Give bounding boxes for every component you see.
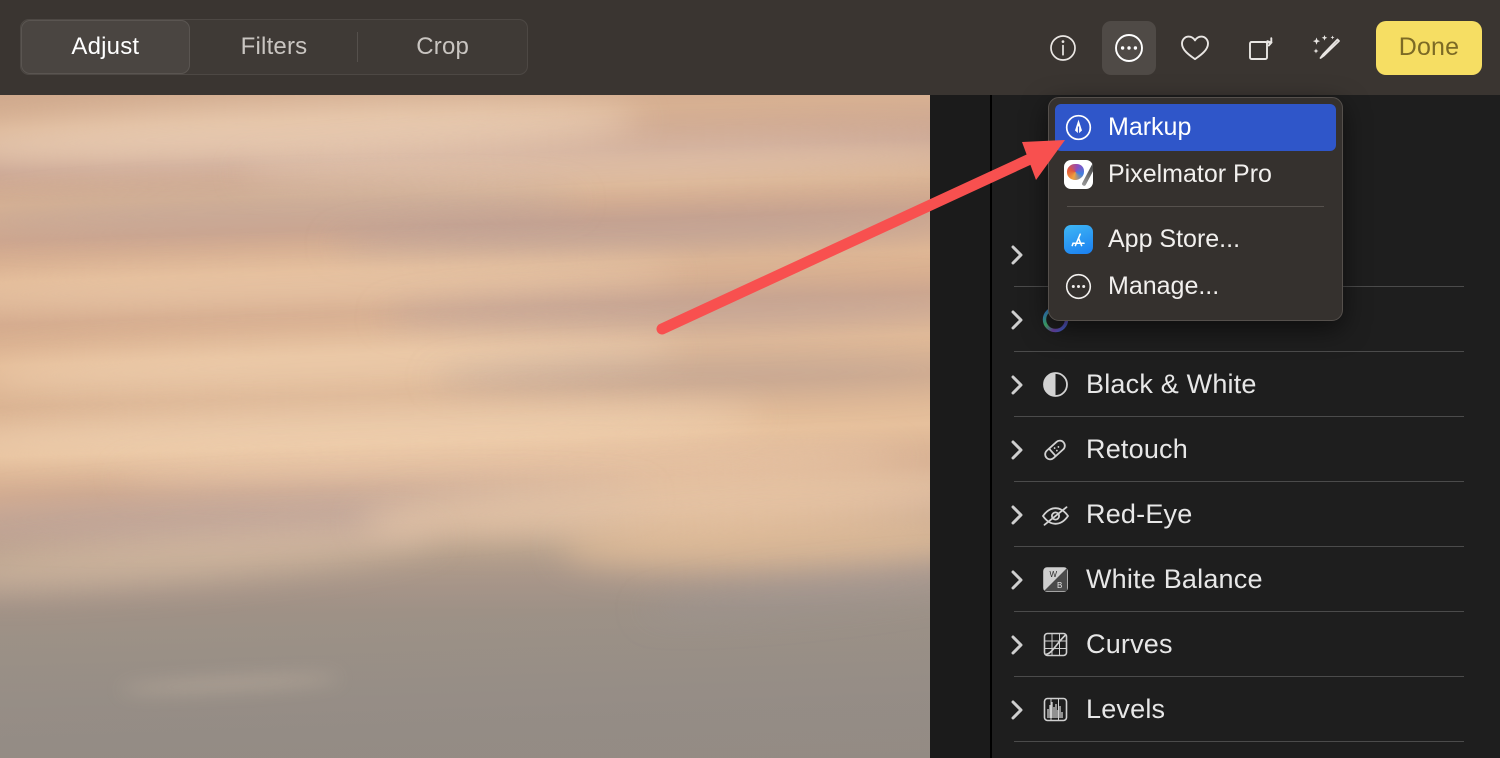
markup-pen-icon bbox=[1063, 113, 1093, 143]
menu-item-pixelmator-pro[interactable]: Pixelmator Pro bbox=[1055, 151, 1336, 198]
info-icon bbox=[1048, 33, 1078, 63]
tab-crop-label: Crop bbox=[416, 33, 470, 60]
menu-item-markup-label: Markup bbox=[1108, 113, 1192, 141]
svg-text:B: B bbox=[1057, 581, 1062, 590]
panel-gutter bbox=[930, 95, 990, 758]
adjust-item-black-and-white-label: Black & White bbox=[1086, 369, 1257, 399]
extensions-dropdown-menu[interactable]: Markup Pixelmator Pro App Store... Manag… bbox=[1048, 97, 1343, 321]
more-options-button[interactable] bbox=[1102, 20, 1156, 75]
info-button[interactable] bbox=[1036, 21, 1090, 75]
chevron-right-icon bbox=[1006, 439, 1028, 461]
editor-toolbar: Adjust Filters Crop Done bbox=[0, 0, 1500, 95]
menu-item-manage[interactable]: Manage... bbox=[1055, 263, 1336, 310]
tab-crop[interactable]: Crop bbox=[358, 20, 527, 74]
chevron-right-icon bbox=[1006, 569, 1028, 591]
chevron-right-icon bbox=[1006, 504, 1028, 526]
svg-text:W: W bbox=[1049, 570, 1057, 579]
edit-mode-segmented-control[interactable]: Adjust Filters Crop bbox=[20, 19, 528, 75]
adjust-item-definition[interactable]: Definition bbox=[992, 742, 1500, 758]
adjust-item-retouch[interactable]: Retouch bbox=[992, 417, 1500, 482]
photos-editor-window: Adjust Filters Crop Done Black & White R… bbox=[0, 0, 1500, 758]
white-balance-icon: W B bbox=[1040, 565, 1070, 595]
adjust-item-levels[interactable]: Levels bbox=[992, 677, 1500, 742]
menu-divider bbox=[1067, 206, 1324, 207]
menu-item-pixelmator-pro-label: Pixelmator Pro bbox=[1108, 160, 1272, 188]
menu-item-app-store-label: App Store... bbox=[1108, 225, 1241, 253]
chevron-right-icon bbox=[1006, 634, 1028, 656]
pixelmator-pro-icon bbox=[1063, 160, 1093, 190]
menu-item-markup[interactable]: Markup bbox=[1055, 104, 1336, 151]
adjust-item-white-balance-label: White Balance bbox=[1086, 564, 1263, 594]
adjust-item-retouch-label: Retouch bbox=[1086, 434, 1188, 464]
black-white-icon bbox=[1040, 370, 1070, 400]
red-eye-icon bbox=[1040, 500, 1070, 530]
adjust-item-red-eye-label: Red-Eye bbox=[1086, 499, 1193, 529]
tab-adjust-label: Adjust bbox=[71, 33, 140, 60]
toolbar-actions: Done bbox=[1036, 0, 1482, 95]
chevron-right-icon bbox=[1006, 699, 1028, 721]
chevron-right-icon bbox=[1006, 309, 1028, 331]
photo-canvas[interactable] bbox=[0, 95, 930, 758]
adjust-item-white-balance[interactable]: W B White Balance bbox=[992, 547, 1500, 612]
rotate-button[interactable] bbox=[1234, 21, 1288, 75]
rotate-icon bbox=[1245, 32, 1277, 64]
chevron-right-icon bbox=[1006, 244, 1028, 266]
tab-adjust[interactable]: Adjust bbox=[21, 20, 190, 74]
adjust-item-black-and-white[interactable]: Black & White bbox=[992, 352, 1500, 417]
tab-filters-label: Filters bbox=[240, 33, 308, 60]
retouch-bandage-icon bbox=[1040, 435, 1070, 465]
heart-icon bbox=[1179, 33, 1211, 63]
curves-icon bbox=[1040, 630, 1070, 660]
levels-icon bbox=[1040, 695, 1070, 725]
adjust-item-curves-label: Curves bbox=[1086, 629, 1173, 659]
tab-filters[interactable]: Filters bbox=[190, 20, 359, 74]
menu-item-app-store[interactable]: App Store... bbox=[1055, 216, 1336, 263]
app-store-icon bbox=[1063, 225, 1093, 255]
ellipsis-circle-icon bbox=[1063, 272, 1093, 302]
adjust-item-levels-label: Levels bbox=[1086, 694, 1166, 724]
auto-enhance-icon bbox=[1310, 32, 1344, 64]
adjust-item-red-eye[interactable]: Red-Eye bbox=[992, 482, 1500, 547]
more-options-icon bbox=[1113, 32, 1145, 64]
adjust-item-curves[interactable]: Curves bbox=[992, 612, 1500, 677]
done-button[interactable]: Done bbox=[1376, 20, 1482, 75]
favorite-button[interactable] bbox=[1168, 21, 1222, 75]
chevron-right-icon bbox=[1006, 374, 1028, 396]
menu-item-manage-label: Manage... bbox=[1108, 272, 1220, 300]
done-button-label: Done bbox=[1398, 33, 1460, 61]
auto-enhance-button[interactable] bbox=[1300, 21, 1354, 75]
